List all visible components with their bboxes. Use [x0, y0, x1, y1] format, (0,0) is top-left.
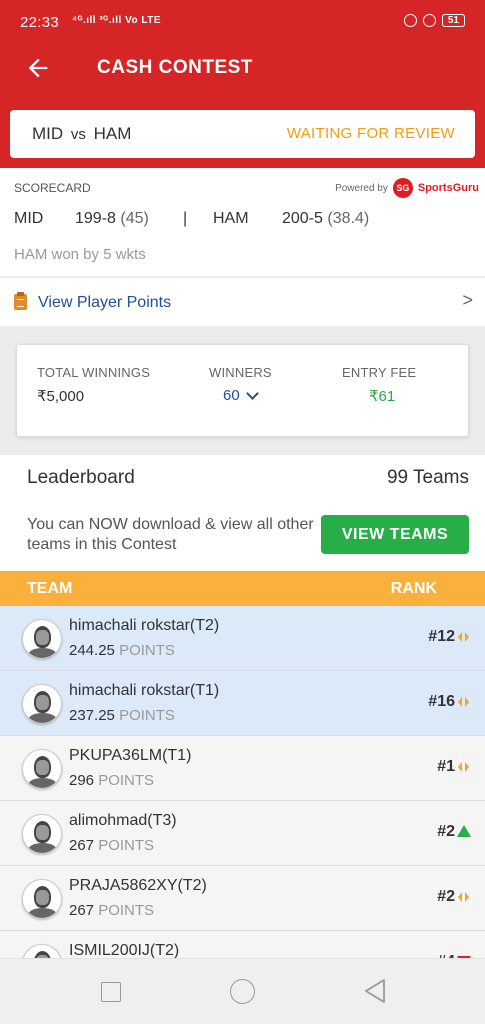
- match-card: MID vs HAM WAITING FOR REVIEW: [10, 110, 475, 158]
- team-points: 237.25 POINTS: [69, 707, 175, 724]
- winners-value: 60: [223, 387, 240, 404]
- download-message: You can NOW download & view all other te…: [27, 516, 314, 553]
- team-name: alimohmad(T3): [69, 812, 177, 829]
- table-row[interactable]: ISMIL200IJ(T2) POINTS #4: [0, 931, 485, 960]
- team-name: PKUPA36LM(T1): [69, 747, 192, 764]
- total-winnings-label: TOTAL WINNINGS: [37, 365, 151, 380]
- table-row[interactable]: alimohmad(T3) 267 POINTS #2: [0, 801, 485, 866]
- team-points: 296 POINTS: [69, 772, 155, 789]
- page-title: CASH CONTEST: [97, 57, 253, 78]
- home-icon[interactable]: [230, 979, 255, 1004]
- alarm-icon: [422, 14, 436, 27]
- score-team1: MID: [14, 210, 44, 227]
- leaderboard-table-header: TEAM RANK: [0, 571, 485, 606]
- avatar: [22, 879, 62, 919]
- sportsguru-logo-icon: SG: [392, 178, 413, 198]
- leaderboard-title: Leaderboard: [27, 467, 135, 488]
- score-team2-overs: (38.4): [327, 210, 370, 227]
- team1-name: MID: [32, 124, 64, 143]
- back-arrow-icon[interactable]: [24, 54, 52, 82]
- system-nav-bar: [0, 958, 485, 1024]
- match-result: HAM won by 5 wkts: [14, 246, 146, 263]
- chevron-down-icon[interactable]: [245, 386, 259, 400]
- app-bar: CASH CONTEST: [0, 38, 485, 98]
- winners-label: WINNERS: [209, 365, 272, 380]
- team-name: himachali rokstar(T1): [69, 682, 220, 699]
- powered-by-label: Powered by: [335, 182, 388, 194]
- teams-count: 99 Teams: [386, 467, 469, 488]
- status-bar: 22:33 ⁴ᴳ.ıll ³ᴳ.ıll Vo LTE 51: [0, 0, 485, 38]
- column-team: TEAM: [27, 580, 73, 597]
- rank-trend-icon: [457, 825, 471, 838]
- chevron-right-icon[interactable]: >: [462, 290, 473, 311]
- avatar: [22, 814, 62, 854]
- table-row[interactable]: himachali rokstar(T1) 237.25 POINTS #16: [0, 671, 485, 736]
- avatar: [22, 684, 62, 724]
- leaderboard-list: himachali rokstar(T2) 244.25 POINTS #12 …: [0, 606, 485, 960]
- avatar: [22, 749, 62, 789]
- team-points: 244.25 POINTS: [69, 642, 175, 659]
- team-rank: #2: [437, 888, 455, 905]
- table-row[interactable]: PRAJA5862XY(T2) 267 POINTS #2: [0, 866, 485, 931]
- column-rank: RANK: [390, 580, 437, 597]
- score-team2-runs: 200-5 (38.4): [282, 210, 370, 227]
- contest-summary-card: TOTAL WINNINGS ₹5,000 WINNERS 60 ENTRY F…: [16, 344, 469, 437]
- score-separator: |: [183, 210, 188, 227]
- rank-trend-icon: [458, 631, 469, 643]
- recent-apps-icon[interactable]: [101, 982, 121, 1002]
- winners-dropdown[interactable]: 60: [209, 386, 272, 404]
- total-winnings: TOTAL WINNINGS ₹5,000: [37, 365, 150, 405]
- rank-trend-icon: [458, 696, 469, 708]
- team2-name: HAM: [93, 124, 132, 143]
- rank-trend-icon: [458, 891, 469, 903]
- table-row[interactable]: himachali rokstar(T2) 244.25 POINTS #12: [0, 606, 485, 671]
- table-row[interactable]: PKUPA36LM(T1) 296 POINTS #1: [0, 736, 485, 801]
- leaderboard-section: Leaderboard 99 Teams You can NOW downloa…: [0, 455, 485, 571]
- sportsguru-name: SportsGuru: [417, 182, 479, 194]
- team-points: 267 POINTS: [69, 902, 155, 919]
- vs-label: vs: [70, 126, 86, 143]
- status-time: 22:33: [20, 14, 60, 31]
- winners[interactable]: WINNERS 60: [209, 365, 272, 404]
- match-status: WAITING FOR REVIEW: [286, 125, 455, 142]
- network-indicator: ⁴ᴳ.ıll ³ᴳ.ıll Vo LTE: [72, 15, 162, 26]
- total-winnings-value: ₹5,000: [37, 388, 85, 405]
- match-teams: MID vs HAM: [32, 124, 131, 144]
- entry-fee: ENTRY FEE ₹61: [342, 365, 416, 405]
- team-rank: #16: [428, 693, 455, 710]
- match-band: MID vs HAM WAITING FOR REVIEW: [0, 98, 485, 168]
- score-team2: HAM: [213, 210, 249, 227]
- status-icons: 51: [403, 14, 465, 27]
- scorecard: SCORECARD Powered by SG SportsGuru MID 1…: [0, 168, 485, 276]
- entry-fee-value: ₹61: [369, 388, 396, 405]
- score-team1-overs: (45): [120, 210, 149, 227]
- team-points: 267 POINTS: [69, 837, 155, 854]
- powered-by: Powered by SG SportsGuru: [335, 178, 479, 198]
- view-player-points-row[interactable]: View Player Points >: [0, 278, 485, 326]
- score-team1-runs: 199-8 (45): [75, 210, 149, 227]
- clipboard-icon: [14, 292, 27, 310]
- team-rank: #12: [428, 628, 455, 645]
- team-rank: #1: [437, 758, 455, 775]
- entry-fee-label: ENTRY FEE: [342, 365, 417, 380]
- battery-icon: 51: [441, 14, 465, 27]
- view-player-points-link[interactable]: View Player Points: [38, 294, 171, 312]
- avatar: [22, 619, 62, 659]
- nav-back-icon[interactable]: [363, 978, 387, 1004]
- scorecard-label: SCORECARD: [14, 181, 91, 195]
- data-saver-icon: [403, 14, 417, 27]
- team-name: PRAJA5862XY(T2): [69, 877, 207, 894]
- team-name: himachali rokstar(T2): [69, 617, 220, 634]
- team-rank: #2: [437, 823, 455, 840]
- view-teams-button[interactable]: VIEW TEAMS: [321, 515, 469, 554]
- rank-trend-icon: [458, 761, 469, 773]
